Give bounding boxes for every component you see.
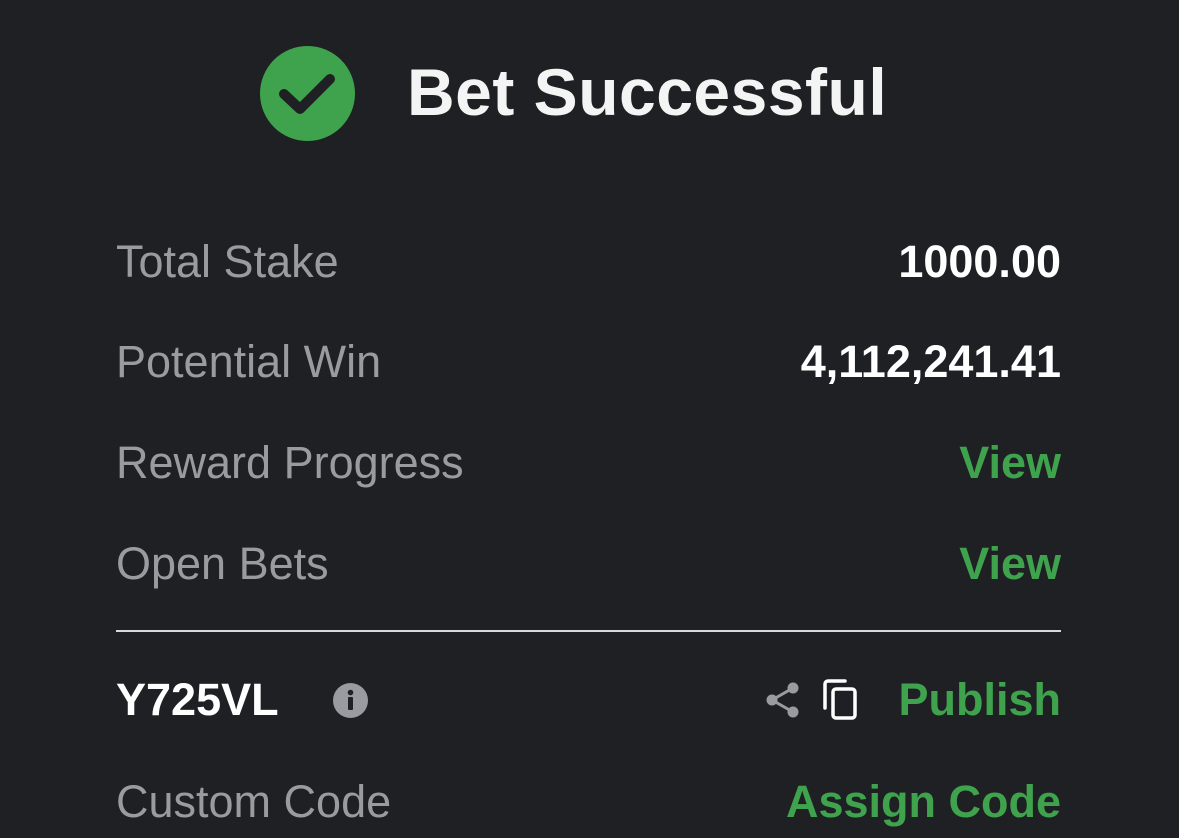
potential-win-row: Potential Win 4,112,241.41: [116, 332, 1061, 392]
share-icon[interactable]: [763, 680, 803, 720]
copy-icon[interactable]: [821, 678, 861, 722]
total-stake-row: Total Stake 1000.00: [116, 232, 1061, 292]
booking-code: Y725VL: [116, 674, 279, 725]
section-divider: [116, 630, 1061, 632]
total-stake-label: Total Stake: [116, 236, 339, 287]
open-bets-view-link[interactable]: View: [959, 534, 1061, 594]
open-bets-row: Open Bets View: [116, 534, 1061, 594]
open-bets-label: Open Bets: [116, 538, 329, 589]
page-title: Bet Successful: [407, 55, 888, 129]
info-icon[interactable]: [333, 683, 368, 718]
custom-code-label: Custom Code: [116, 776, 392, 827]
booking-code-row: Y725VL Publish: [116, 670, 1061, 730]
reward-progress-label: Reward Progress: [116, 437, 464, 488]
potential-win-value: 4,112,241.41: [800, 336, 1061, 387]
publish-button[interactable]: Publish: [898, 670, 1061, 730]
reward-progress-row: Reward Progress View: [116, 433, 1061, 493]
success-header: Bet Successful: [0, 42, 1179, 142]
custom-code-row: Custom Code Assign Code: [116, 772, 1061, 832]
potential-win-label: Potential Win: [116, 336, 382, 387]
total-stake-value: 1000.00: [898, 236, 1061, 287]
reward-progress-view-link[interactable]: View: [959, 433, 1061, 493]
assign-code-button[interactable]: Assign Code: [786, 772, 1061, 832]
check-circle-icon: [260, 46, 355, 141]
